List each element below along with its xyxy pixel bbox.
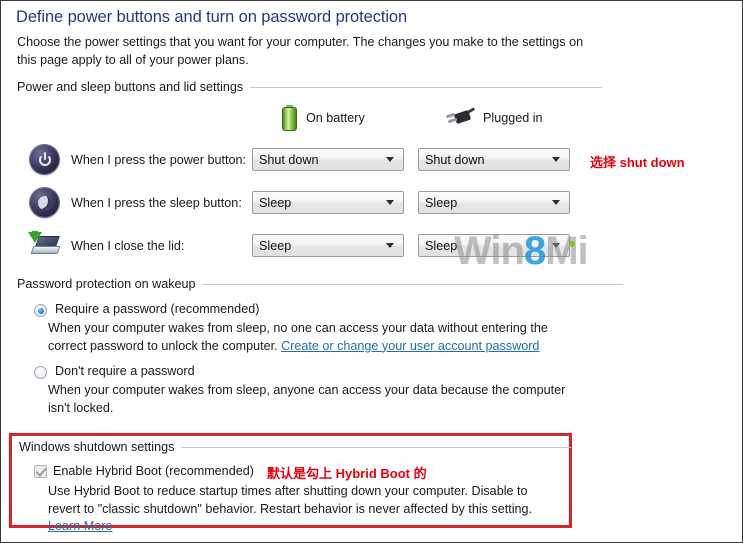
checkbox-enable-hybrid-boot[interactable] <box>34 465 47 478</box>
laptop-lid-icon <box>28 231 61 261</box>
group-header-shutdown-settings: Windows shutdown settings <box>19 440 572 454</box>
checkbox-description-text: Use Hybrid Boot to reduce startup times … <box>48 484 533 516</box>
power-button-icon <box>30 145 60 175</box>
group-divider <box>250 86 603 88</box>
group-divider <box>181 446 572 448</box>
group-label-password-protection: Password protection on wakeup <box>17 277 196 291</box>
chevron-down-icon <box>386 243 394 248</box>
group-label-shutdown-settings: Windows shutdown settings <box>19 440 175 454</box>
dropdown-sleep-button-on-battery[interactable]: Sleep <box>252 191 404 214</box>
column-header-on-battery: On battery <box>282 105 365 131</box>
checkbox-label-enable-hybrid-boot: Enable Hybrid Boot (recommended) <box>53 464 254 478</box>
dropdown-sleep-button-plugged-in[interactable]: Sleep <box>418 191 570 214</box>
chevron-down-icon <box>552 200 560 205</box>
chevron-down-icon <box>552 243 560 248</box>
radio-description-require-password: When your computer wakes from sleep, no … <box>48 320 588 355</box>
dropdown-close-lid-on-battery[interactable]: Sleep <box>252 234 404 257</box>
link-learn-more[interactable]: Learn More <box>48 519 112 533</box>
group-header-power-buttons: Power and sleep buttons and lid settings <box>17 80 603 94</box>
dropdown-value: Sleep <box>259 195 292 210</box>
watermark-dot-icon <box>569 241 575 247</box>
dropdown-power-button-on-battery[interactable]: Shut down <box>252 148 404 171</box>
dropdown-value: Shut down <box>425 152 485 167</box>
group-header-password-protection: Password protection on wakeup <box>17 277 623 291</box>
column-label-on-battery: On battery <box>306 111 365 125</box>
row-label-close-lid: When I close the lid: <box>71 239 185 253</box>
dropdown-value: Sleep <box>425 238 458 253</box>
page-title: Define power buttons and turn on passwor… <box>16 8 408 26</box>
radio-description-dont-require-password: When your computer wakes from sleep, any… <box>48 383 566 415</box>
annotation-choose-shut-down: 选择 shut down <box>590 155 685 170</box>
dropdown-value: Shut down <box>259 152 319 167</box>
dropdown-power-button-plugged-in[interactable]: Shut down <box>418 148 570 171</box>
radio-label-require-password: Require a password (recommended) <box>55 302 260 316</box>
power-plug-icon <box>444 107 476 128</box>
control-panel-page: Define power buttons and turn on passwor… <box>0 0 743 543</box>
row-label-sleep-button: When I press the sleep button: <box>71 196 242 210</box>
group-label-power-buttons: Power and sleep buttons and lid settings <box>17 80 244 94</box>
battery-icon <box>282 105 297 131</box>
dropdown-close-lid-plugged-in[interactable]: Sleep <box>418 234 570 257</box>
sleep-moon-icon <box>30 188 60 218</box>
checkbox-description-hybrid-boot: Use Hybrid Boot to reduce startup times … <box>48 483 560 536</box>
column-header-plugged-in: Plugged in <box>444 107 543 128</box>
column-label-plugged-in: Plugged in <box>483 111 543 125</box>
dropdown-value: Sleep <box>425 195 458 210</box>
page-description: Choose the power settings that you want … <box>17 35 584 67</box>
row-label-power-button: When I press the power button: <box>71 153 247 167</box>
chevron-down-icon <box>552 157 560 162</box>
radio-label-dont-require-password: Don't require a password <box>55 364 195 378</box>
link-create-change-password[interactable]: Create or change your user account passw… <box>281 339 539 353</box>
chevron-down-icon <box>386 200 394 205</box>
radio-button-indicator[interactable] <box>34 304 47 317</box>
dropdown-value: Sleep <box>259 238 292 253</box>
radio-button-indicator[interactable] <box>34 366 47 379</box>
group-divider <box>202 283 623 285</box>
chevron-down-icon <box>386 157 394 162</box>
annotation-hybrid-boot-default: 默认是勾上 Hybrid Boot 的 <box>267 466 427 481</box>
